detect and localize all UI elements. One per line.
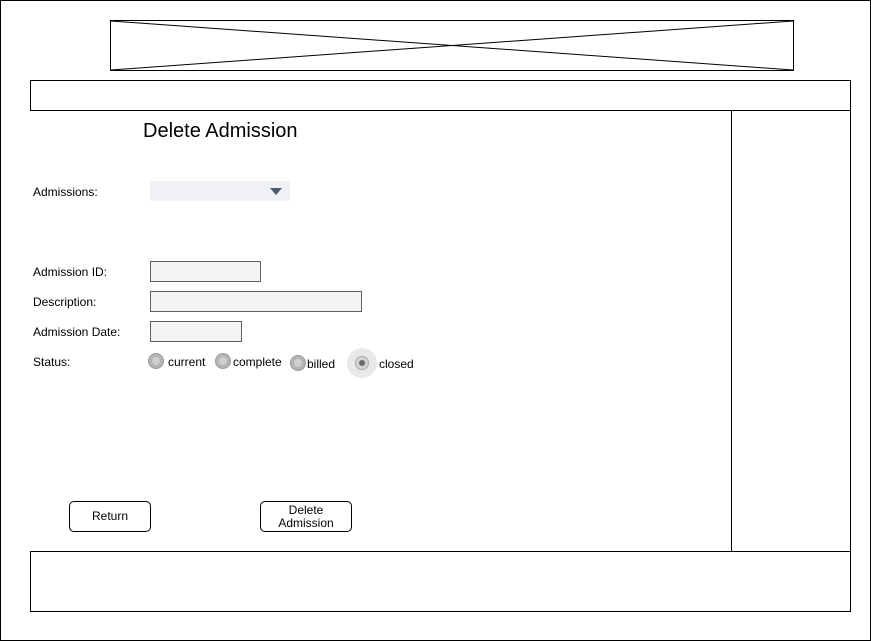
admission-date-label: Admission Date: (33, 325, 121, 339)
nav-bar (30, 80, 851, 111)
delete-button-label-line2: Admission (278, 515, 334, 530)
status-label: Status: (33, 355, 71, 369)
status-option-billed-label: billed (307, 357, 336, 371)
admissions-label: Admissions: (33, 185, 98, 199)
admission-id-field[interactable] (150, 261, 261, 282)
admission-id-label: Admission ID: (33, 265, 108, 279)
return-button-label: Return (91, 509, 129, 523)
delete-button-label-line1: Delete (288, 502, 324, 517)
status-option-closed-label: closed (379, 357, 414, 371)
status-option-current-label: current (168, 355, 206, 369)
logo-placeholder (110, 20, 794, 71)
image-placeholder-icon (111, 21, 793, 70)
description-label: Description: (33, 295, 97, 309)
status-radio-billed[interactable] (290, 355, 306, 371)
chevron-down-icon (270, 188, 282, 195)
status-radio-complete[interactable] (215, 353, 231, 369)
status-option-complete-label: complete (233, 355, 282, 369)
main-content (30, 110, 732, 552)
sidebar (731, 110, 851, 552)
admissions-dropdown[interactable] (150, 181, 290, 201)
page: Delete Admission Admissions: Admission I… (0, 0, 871, 641)
status-radio-current[interactable] (148, 353, 164, 369)
page-title: Delete Admission (143, 120, 298, 142)
status-radio-closed[interactable] (355, 356, 369, 370)
return-button[interactable]: Return (69, 501, 151, 532)
delete-admission-button[interactable]: Delete Admission (260, 501, 352, 532)
admission-date-field[interactable] (150, 321, 242, 342)
description-field[interactable] (150, 291, 362, 312)
footer (30, 551, 851, 612)
